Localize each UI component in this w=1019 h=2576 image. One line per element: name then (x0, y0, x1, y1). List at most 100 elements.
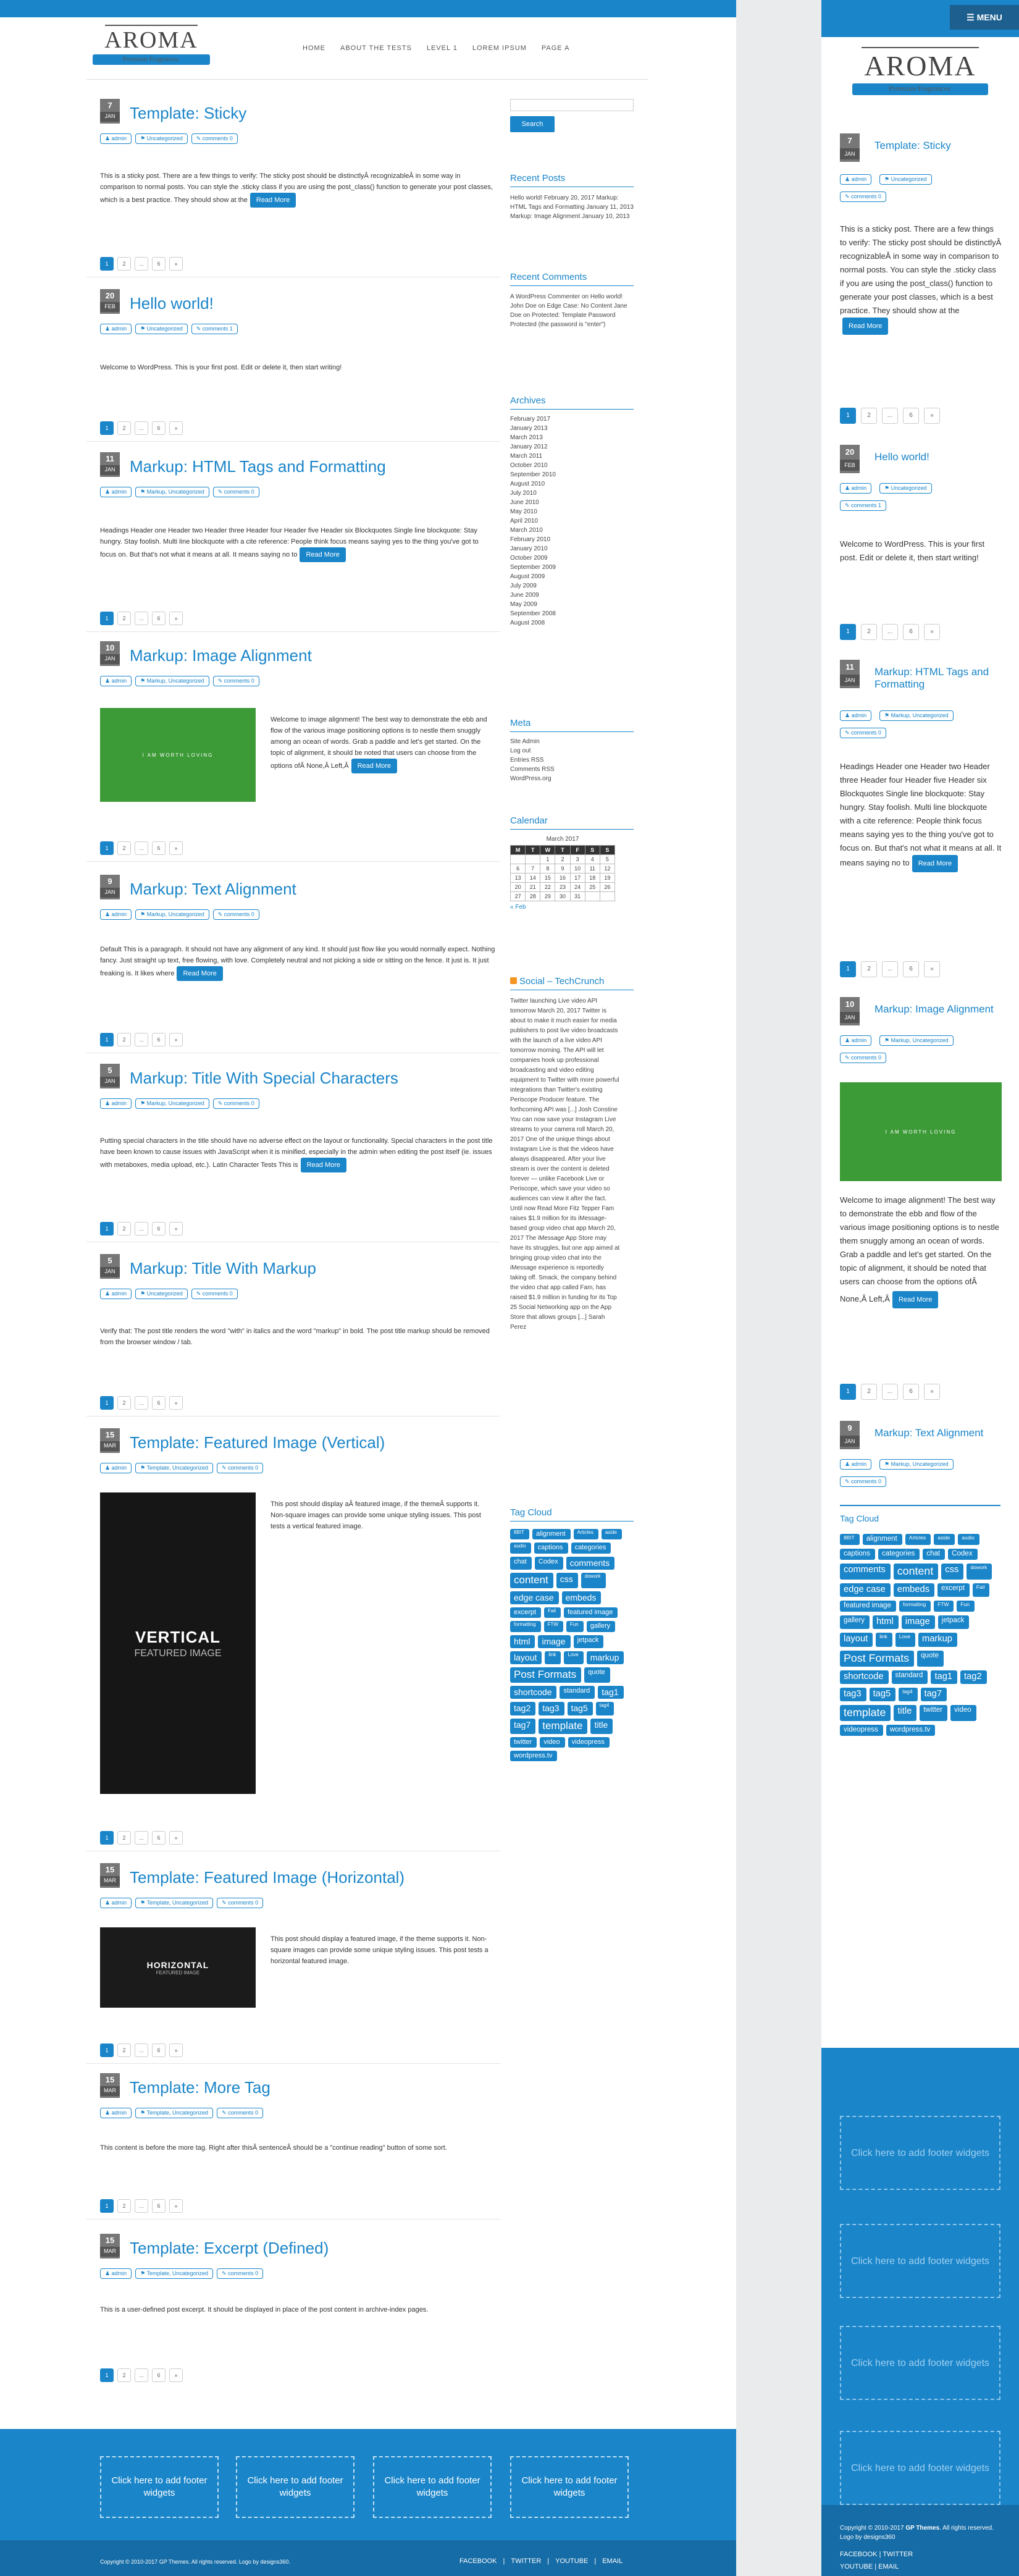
footer-widget-placeholder[interactable]: Click here to add footer widgets (840, 2224, 1000, 2298)
page-2[interactable]: 2 (861, 408, 877, 424)
tag-link[interactable]: comments (566, 1556, 615, 1570)
page-2[interactable]: 2 (117, 1396, 131, 1410)
author-link[interactable]: ♟ admin (100, 676, 132, 686)
category-link[interactable]: ⚑ Uncategorized (879, 174, 932, 185)
tag-link[interactable]: Love (564, 1651, 584, 1665)
page-2[interactable]: 2 (117, 612, 131, 625)
page-6[interactable]: 6 (152, 257, 166, 271)
site-logo[interactable]: AROMA Premium Fragrances (93, 25, 210, 65)
nav-home[interactable]: HOME (303, 44, 325, 52)
archive-link[interactable]: September 2008 (510, 609, 634, 618)
footer-link-facebook[interactable]: FACEBOOK (459, 2557, 497, 2565)
post-thumbnail[interactable]: VERTICAL FEATURED IMAGE (100, 1492, 256, 1794)
tag-link[interactable]: tag1 (598, 1686, 624, 1699)
page-2[interactable]: 2 (117, 257, 131, 271)
archive-link[interactable]: January 2010 (510, 544, 634, 554)
tag-link[interactable]: featured image (840, 1601, 897, 1612)
tag-link[interactable]: Fail (544, 1607, 561, 1618)
page-6[interactable]: 6 (152, 421, 166, 435)
tag-link[interactable]: Fun (566, 1621, 584, 1632)
post-title[interactable]: Markup: Image Alignment (874, 1003, 1001, 1016)
footer-link-youtube[interactable]: YOUTUBE (555, 2557, 588, 2565)
search-button[interactable]: Search (510, 116, 555, 132)
page-1[interactable]: 1 (100, 612, 114, 625)
category-link[interactable]: ⚑ Markup, Uncategorized (135, 1098, 209, 1109)
comments-link[interactable]: ✎ comments 0 (212, 909, 259, 920)
tag-link[interactable]: title (590, 1718, 613, 1734)
tag-link[interactable]: Fun (957, 1601, 975, 1612)
tag-link[interactable]: embeds (893, 1583, 935, 1597)
page-6[interactable]: 6 (152, 1831, 166, 1845)
archive-link[interactable]: August 2009 (510, 572, 634, 581)
archive-link[interactable]: July 2009 (510, 581, 634, 591)
archive-link[interactable]: May 2010 (510, 507, 634, 516)
tag-link[interactable]: title (894, 1704, 917, 1722)
tag-link[interactable]: captions (534, 1543, 568, 1554)
read-more-button[interactable]: Read More (842, 318, 889, 335)
tag-link[interactable]: featured image (563, 1607, 618, 1618)
tag-link[interactable]: tag5 (869, 1687, 896, 1701)
footer-link-email[interactable]: EMAIL (602, 2557, 623, 2565)
page-2[interactable]: 2 (117, 2199, 131, 2213)
tag-link[interactable]: markup (918, 1633, 957, 1647)
author-link[interactable]: ♟ admin (100, 2268, 132, 2279)
page-1[interactable]: 1 (840, 624, 856, 640)
archive-link[interactable]: May 2009 (510, 600, 634, 609)
category-link[interactable]: ⚑ Template, Uncategorized (135, 1463, 214, 1473)
tag-link[interactable]: wordpress.tv (510, 1750, 558, 1762)
tag-link[interactable]: template (840, 1704, 891, 1722)
archive-link[interactable]: June 2010 (510, 498, 634, 507)
page-6[interactable]: 6 (903, 1384, 919, 1400)
tag-link[interactable]: twitter (510, 1736, 537, 1748)
recent-posts-list[interactable]: Hello world! February 20, 2017 Markup: H… (510, 193, 634, 221)
read-more-button[interactable]: Read More (250, 193, 296, 208)
tag-link[interactable]: tag3 (539, 1702, 564, 1715)
tag-link[interactable]: captions (840, 1549, 876, 1560)
tag-link[interactable]: twitter (920, 1704, 948, 1722)
post-thumbnail[interactable]: I AM WORTH LOVING (840, 1082, 1002, 1181)
post-title[interactable]: Template: Featured Image (Vertical) (130, 1433, 385, 1452)
tag-link[interactable]: tag7 (920, 1687, 947, 1701)
author-link[interactable]: ♟ admin (840, 1459, 872, 1470)
calendar-prev-link[interactable]: « Feb (510, 904, 634, 911)
page-2[interactable]: 2 (117, 841, 131, 855)
page-1[interactable]: 1 (100, 841, 114, 855)
nav-lorem-ipsum[interactable]: LOREM IPSUM (472, 44, 527, 52)
tag-link[interactable]: chat (510, 1556, 532, 1570)
comments-link[interactable]: ✎ comments 0 (840, 192, 887, 202)
tag-link[interactable]: tag3 (840, 1687, 866, 1701)
tag-link[interactable]: video (950, 1704, 976, 1722)
comments-link[interactable]: ✎ comments 0 (840, 728, 887, 738)
category-link[interactable]: ⚑ Markup, Uncategorized (879, 710, 954, 721)
page-1[interactable]: 1 (100, 421, 114, 435)
page-next[interactable]: » (169, 1222, 183, 1235)
menu-button[interactable]: ☰ MENU (950, 5, 1019, 30)
tag-link[interactable]: formatting (899, 1601, 931, 1612)
comments-link[interactable]: ✎ comments 0 (191, 133, 238, 144)
archive-link[interactable]: September 2009 (510, 563, 634, 572)
page-next[interactable]: » (924, 1384, 940, 1400)
nav-about[interactable]: ABOUT THE TESTS (340, 44, 412, 52)
nav-level-1[interactable]: LEVEL 1 (427, 44, 458, 52)
archive-link[interactable]: April 2010 (510, 516, 634, 526)
tag-link[interactable]: aside (601, 1529, 622, 1540)
tag-link[interactable]: FTW (543, 1621, 563, 1632)
comments-link[interactable]: ✎ comments 1 (191, 324, 238, 334)
read-more-button[interactable]: Read More (300, 1158, 347, 1172)
category-link[interactable]: ⚑ Markup, Uncategorized (135, 487, 209, 497)
tag-link[interactable]: audio (510, 1543, 531, 1554)
read-more-button[interactable]: Read More (177, 966, 223, 981)
archive-link[interactable]: March 2011 (510, 452, 634, 461)
page-6[interactable]: 6 (152, 2199, 166, 2213)
meta-link[interactable]: Log out (510, 746, 634, 756)
read-more-button[interactable]: Read More (912, 855, 958, 872)
tag-link[interactable]: chat (923, 1549, 946, 1560)
category-link[interactable]: ⚑ Markup, Uncategorized (879, 1459, 954, 1470)
author-link[interactable]: ♟ admin (100, 2108, 132, 2118)
archive-link[interactable]: February 2010 (510, 535, 634, 544)
category-link[interactable]: ⚑ Template, Uncategorized (135, 2268, 214, 2279)
page-next[interactable]: » (169, 1033, 183, 1046)
tag-link[interactable]: 8BIT (840, 1534, 860, 1545)
archive-link[interactable]: September 2010 (510, 470, 634, 479)
archive-link[interactable]: February 2017 (510, 415, 634, 424)
